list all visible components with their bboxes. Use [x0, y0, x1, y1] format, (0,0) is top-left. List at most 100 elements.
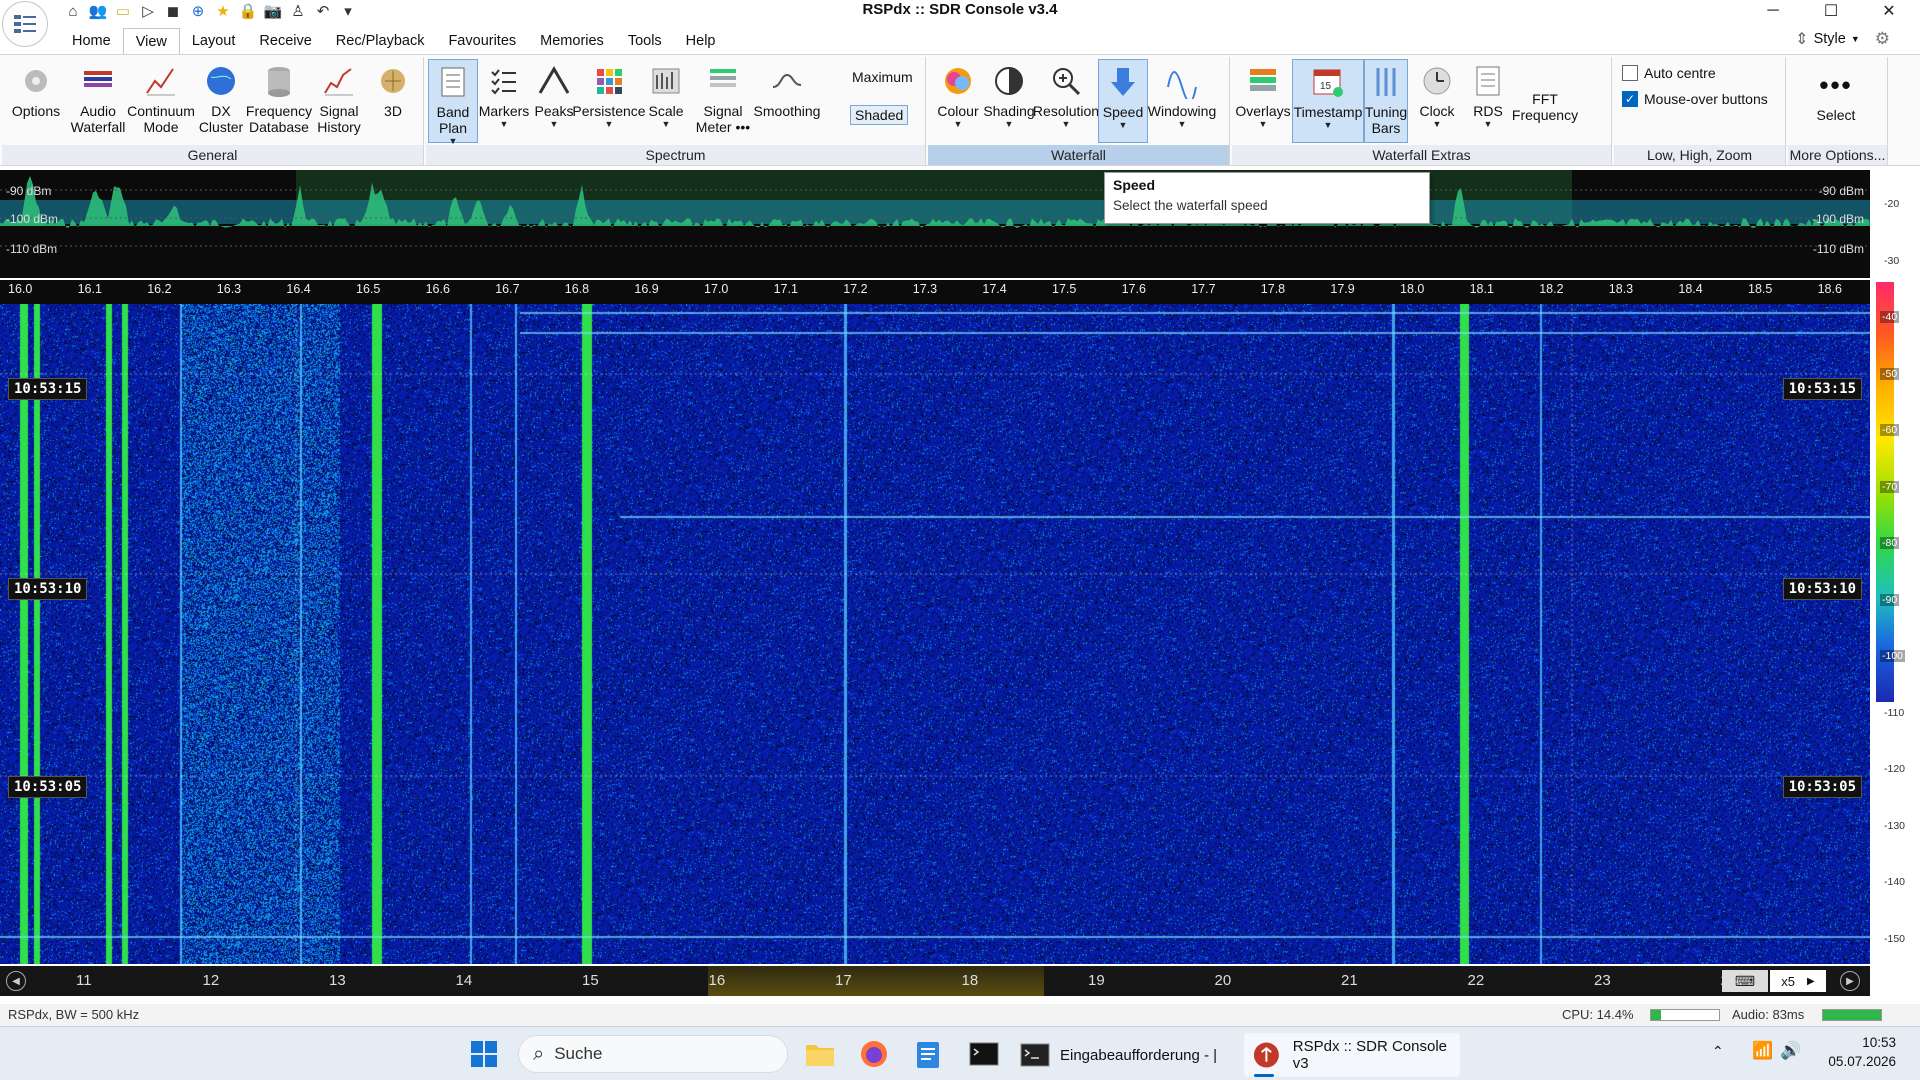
group-waterfall-label: Waterfall: [928, 145, 1229, 165]
tab-favourites[interactable]: Favourites: [436, 28, 528, 54]
terminal-app-icon[interactable]: [966, 1036, 1002, 1072]
camera-icon[interactable]: 📷: [262, 1, 284, 21]
select-button[interactable]: ••• Select: [1788, 67, 1884, 123]
chevron-down-icon: ▼: [499, 119, 509, 129]
ribbon-tabs: Home View Layout Receive Rec/Playback Favouri…: [60, 28, 728, 55]
waterfall-shading-button[interactable]: Shading ▼: [983, 59, 1035, 143]
tab-help[interactable]: Help: [674, 28, 728, 54]
button-label: Shading: [983, 103, 1035, 119]
waterfall-display[interactable]: 10:53:15 10:53:10 10:53:05 10:53:15 10:5…: [0, 304, 1870, 964]
taskbar-search[interactable]: ⌕ Suche: [518, 1035, 788, 1073]
play-icon[interactable]: ▷: [137, 1, 159, 21]
maximum-option[interactable]: Maximum: [852, 69, 913, 85]
tab-home[interactable]: Home: [60, 28, 123, 54]
level-label-right-2: -100 dBm: [1811, 212, 1864, 226]
extras-timestamp-button[interactable]: 15 Timestamp ▼: [1292, 59, 1364, 143]
users-icon[interactable]: 👥: [87, 1, 109, 21]
waterfall-colour-button[interactable]: Colour ▼: [932, 59, 984, 143]
home-icon[interactable]: ⌂: [62, 1, 84, 21]
wifi-icon[interactable]: 📶: [1752, 1041, 1773, 1061]
user-icon[interactable]: ♙: [287, 1, 309, 21]
star-icon[interactable]: ★: [212, 1, 234, 21]
general-signal-button[interactable]: Signal History: [310, 59, 368, 143]
general-3d-button[interactable]: 3D: [368, 59, 418, 143]
extras-overlays-button[interactable]: Overlays ▼: [1234, 59, 1292, 143]
mouse-over-buttons-label: Mouse-over buttons: [1644, 91, 1768, 107]
dropdown-icon[interactable]: ▾: [337, 1, 359, 21]
file-explorer-icon[interactable]: [802, 1036, 838, 1072]
firefox-icon[interactable]: [856, 1036, 892, 1072]
maximize-button[interactable]: ☐: [1808, 0, 1854, 22]
start-button[interactable]: [466, 1036, 502, 1072]
general-continuum-button[interactable]: Continuum Mode: [127, 59, 195, 143]
tab-layout[interactable]: Layout: [180, 28, 248, 54]
auto-centre-checkbox[interactable]: Auto centre: [1622, 65, 1716, 81]
folder-icon[interactable]: ▭: [112, 1, 134, 21]
tab-tools[interactable]: Tools: [616, 28, 674, 54]
button-label: Smoothing: [753, 103, 821, 119]
timeline-forward-button[interactable]: ▶: [1840, 971, 1860, 991]
add-icon[interactable]: ⊕: [187, 1, 209, 21]
mouse-over-buttons-checkbox[interactable]: ✓ Mouse-over buttons: [1622, 91, 1768, 107]
minimize-button[interactable]: ─: [1750, 0, 1796, 22]
shaded-option[interactable]: Shaded: [850, 105, 909, 125]
level-scale[interactable]: -20 -30 -40 -50 -60 -70 -80 -90 -100 -110 -120 -130…: [1870, 170, 1920, 1016]
waterfall-resolution-button[interactable]: Resolution ▼: [1033, 59, 1099, 143]
app-menu-button[interactable]: [2, 1, 48, 47]
spectrum-scale-button[interactable]: Scale ▼: [640, 59, 692, 143]
settings-gear-icon[interactable]: ⚙: [1875, 29, 1890, 49]
close-button[interactable]: ✕: [1866, 0, 1912, 22]
group-waterfall: Waterfall Colour ▼ Shading ▼ Resolution ▼ Spee…: [928, 57, 1230, 165]
spectrum-band-button[interactable]: Band Plan ▼: [428, 59, 478, 146]
timeline-tick-label: 16: [708, 972, 726, 989]
timeline-visible-range[interactable]: [708, 966, 1044, 996]
timeline-back-button[interactable]: ◀: [6, 971, 26, 991]
general-audio-button[interactable]: Audio Waterfall: [68, 59, 128, 143]
spectrum-smoothing-button[interactable]: Smoothing: [754, 59, 820, 143]
lock-icon[interactable]: 🔒: [237, 1, 259, 21]
zoom-selector[interactable]: x5 ▶: [1770, 970, 1826, 992]
checkbox-checked-icon: ✓: [1622, 91, 1638, 107]
taskbar-app-cmd[interactable]: Eingabeaufforderung - |: [1020, 1035, 1236, 1075]
general-options-button[interactable]: Options: [4, 59, 68, 143]
frequency-scale[interactable]: 16.0 16.1 16.2 16.3 16.4 16.5 16.6 16.7 16.8 16.9…: [0, 280, 1870, 304]
tab-memories[interactable]: Memories: [528, 28, 616, 54]
chevron-down-icon: ▼: [1004, 119, 1014, 129]
extras-rds-button[interactable]: RDS ▼: [1466, 59, 1510, 143]
notepad-icon[interactable]: [910, 1036, 946, 1072]
fft-icon: [1527, 75, 1563, 91]
markers-icon: [486, 63, 522, 99]
spectrum-signal-button[interactable]: Signal Meter •••: [692, 59, 754, 143]
waterfall-windowing-button[interactable]: Windowing ▼: [1148, 59, 1216, 143]
button-label: FFT: [1532, 91, 1558, 107]
spectrum-markers-button[interactable]: Markers ▼: [478, 59, 530, 143]
general-dx-button[interactable]: DX Cluster: [194, 59, 248, 143]
spectrum-display[interactable]: -90 dBm -100 dBm -110 dBm -90 dBm -100 d…: [0, 170, 1870, 278]
windowing-icon: [1164, 63, 1200, 99]
timeline-bar[interactable]: ◀ ⌨ x5 ▶ ▶ 11 12 13 14 15 16 17 18 19 20 21 22 23 24: [0, 966, 1870, 996]
taskbar-app-sdr[interactable]: RSPdx :: SDR Console v3: [1244, 1033, 1460, 1077]
tab-view[interactable]: View: [122, 28, 180, 55]
group-zoom-label: Low, High, Zoom: [1614, 145, 1785, 165]
spectrum-peaks-button[interactable]: Peaks ▼: [530, 59, 578, 143]
extras-clock-button[interactable]: Clock ▼: [1408, 59, 1466, 143]
chevron-up-icon[interactable]: ⌃: [1712, 1043, 1724, 1060]
status-bandwidth: RSPdx, BW = 500 kHz: [8, 1007, 140, 1022]
volume-icon[interactable]: 🔊: [1780, 1041, 1801, 1061]
stop-icon[interactable]: ◼: [162, 1, 184, 21]
tab-receive[interactable]: Receive: [247, 28, 323, 54]
status-cpu: CPU: 14.4%: [1562, 1007, 1634, 1022]
group-low-high-zoom: Auto centre ✓ Mouse-over buttons Low, Hi…: [1614, 57, 1786, 165]
spectrum-persistence-button[interactable]: Persistence ▼: [572, 59, 646, 143]
freq-tick-label: 17.5: [1052, 282, 1077, 296]
extras-tuning-button[interactable]: Tuning Bars: [1364, 59, 1408, 143]
extras-fft-button[interactable]: FFT Frequency: [1510, 59, 1580, 143]
timeline-tick-label: 18: [961, 972, 979, 989]
more-options-label[interactable]: More Options...: [1788, 145, 1887, 165]
taskbar-clock[interactable]: 10:53 05.07.2026: [1810, 1033, 1896, 1071]
tab-rec-playback[interactable]: Rec/Playback: [324, 28, 437, 54]
undo-icon[interactable]: ↶: [312, 1, 334, 21]
waterfall-speed-button[interactable]: Speed ▼: [1098, 59, 1148, 143]
general-frequency-button[interactable]: Frequency Database: [246, 59, 312, 143]
style-menu[interactable]: ⇕ Style ▼ ⚙: [1795, 29, 1890, 49]
